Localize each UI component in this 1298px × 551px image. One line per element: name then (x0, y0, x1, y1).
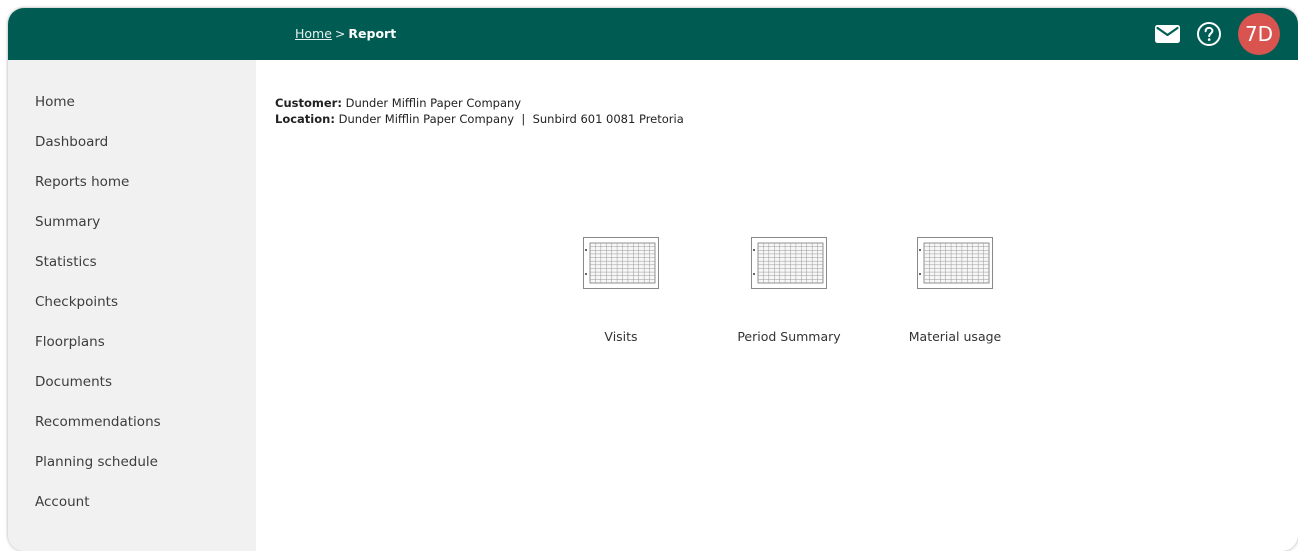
breadcrumb-separator: > (334, 26, 346, 41)
sidebar-item-documents[interactable]: Documents (8, 373, 256, 413)
report-material-usage[interactable]: Material usage (880, 237, 1030, 344)
customer-line: Customer: Dunder Mifflin Paper Company (275, 95, 684, 111)
sidebar: Home Dashboard Reports home Summary Stat… (8, 60, 256, 551)
sidebar-item-planning-schedule[interactable]: Planning schedule (8, 453, 256, 493)
breadcrumb: Home > Report (295, 26, 396, 41)
report-table-icon (751, 237, 827, 289)
customer-label: Customer: (275, 96, 342, 110)
top-icons: 7D (1155, 13, 1280, 55)
location-line: Location: Dunder Mifflin Paper Company |… (275, 111, 684, 127)
sidebar-item-recommendations[interactable]: Recommendations (8, 413, 256, 453)
sidebar-item-floorplans[interactable]: Floorplans (8, 333, 256, 373)
sidebar-item-statistics[interactable]: Statistics (8, 253, 256, 293)
customer-value: Dunder Mifflin Paper Company (345, 96, 522, 110)
breadcrumb-current: Report (348, 26, 397, 41)
location-value: Dunder Mifflin Paper Company | Sunbird 6… (338, 112, 684, 126)
user-avatar[interactable]: 7D (1238, 13, 1280, 55)
report-visits-label: Visits (604, 329, 638, 344)
report-table-icon (583, 237, 659, 289)
customer-info: Customer: Dunder Mifflin Paper Company L… (275, 95, 684, 127)
sidebar-item-home[interactable]: Home (8, 93, 256, 133)
help-icon[interactable] (1196, 21, 1222, 47)
report-table-icon (917, 237, 993, 289)
report-material-usage-label: Material usage (908, 329, 1002, 344)
report-period-summary-label: Period Summary (737, 329, 841, 344)
report-period-summary[interactable]: Period Summary (714, 237, 864, 344)
top-bar: Home > Report 7D (8, 8, 1298, 60)
sidebar-item-dashboard[interactable]: Dashboard (8, 133, 256, 173)
main-content: Customer: Dunder Mifflin Paper Company L… (256, 60, 1298, 551)
app-window: Home > Report 7D Home Dashboard Reports ho… (8, 8, 1298, 551)
sidebar-item-checkpoints[interactable]: Checkpoints (8, 293, 256, 333)
location-label: Location: (275, 112, 335, 126)
sidebar-item-summary[interactable]: Summary (8, 213, 256, 253)
breadcrumb-home-link[interactable]: Home (295, 26, 332, 41)
sidebar-item-reports-home[interactable]: Reports home (8, 173, 256, 213)
report-visits[interactable]: Visits (546, 237, 696, 344)
mail-icon[interactable] (1155, 25, 1180, 43)
sidebar-item-account[interactable]: Account (8, 493, 256, 533)
